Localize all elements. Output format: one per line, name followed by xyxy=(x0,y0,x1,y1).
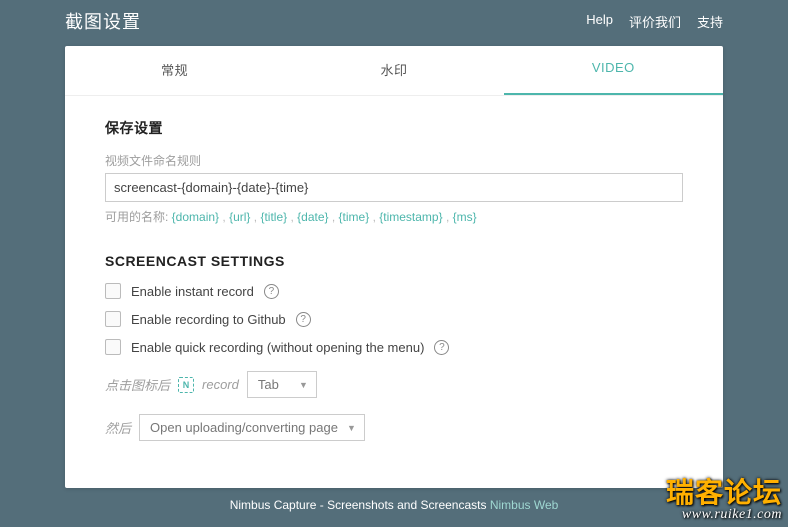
opt-quick-record-label: Enable quick recording (without opening … xyxy=(131,340,424,355)
token-url[interactable]: {url} xyxy=(229,210,250,224)
opt-record-github: Enable recording to Github xyxy=(105,311,683,327)
help-link[interactable]: Help xyxy=(586,12,613,31)
screencast-heading: SCREENCAST SETTINGS xyxy=(105,253,683,269)
token-title[interactable]: {title} xyxy=(260,210,287,224)
support-link[interactable]: 支持 xyxy=(697,12,723,31)
opt-instant-record-label: Enable instant record xyxy=(131,284,254,299)
record-target-select[interactable]: Tab xyxy=(247,371,317,398)
save-heading: 保存设置 xyxy=(105,118,683,138)
record-label: record xyxy=(202,377,239,392)
token-time[interactable]: {time} xyxy=(339,210,370,224)
settings-panel: 常规 水印 VIDEO 保存设置 视频文件命名规则 可用的名称: {domain… xyxy=(65,46,723,488)
filename-rule-input[interactable] xyxy=(105,173,683,202)
rate-link[interactable]: 评价我们 xyxy=(629,12,681,31)
opt-record-github-label: Enable recording to Github xyxy=(131,312,286,327)
token-domain[interactable]: {domain} xyxy=(172,210,219,224)
checkbox-record-github[interactable] xyxy=(105,311,121,327)
token-date[interactable]: {date} xyxy=(297,210,328,224)
tab-general[interactable]: 常规 xyxy=(65,46,284,95)
opt-quick-record: Enable quick recording (without opening … xyxy=(105,339,683,355)
then-prefix: 然后 xyxy=(105,418,131,437)
top-links: Help 评价我们 支持 xyxy=(586,12,723,31)
page-title: 截图设置 xyxy=(65,8,141,34)
tab-watermark[interactable]: 水印 xyxy=(284,46,503,95)
footer: Nimbus Capture - Screenshots and Screenc… xyxy=(0,498,788,512)
tab-video[interactable]: VIDEO xyxy=(504,46,723,95)
help-icon[interactable] xyxy=(264,284,279,299)
click-icon-row: 点击图标后 record Tab xyxy=(105,371,683,398)
filename-rule-label: 视频文件命名规则 xyxy=(105,152,683,169)
record-icon xyxy=(178,377,194,393)
token-timestamp[interactable]: {timestamp} xyxy=(379,210,442,224)
checkbox-quick-record[interactable] xyxy=(105,339,121,355)
help-icon[interactable] xyxy=(434,340,449,355)
click-icon-prefix: 点击图标后 xyxy=(105,375,170,394)
tab-content: 保存设置 视频文件命名规则 可用的名称: {domain} , {url} , … xyxy=(65,96,723,488)
checkbox-instant-record[interactable] xyxy=(105,283,121,299)
token-ms[interactable]: {ms} xyxy=(453,210,477,224)
footer-text: Nimbus Capture - Screenshots and Screenc… xyxy=(230,498,490,512)
available-tokens: 可用的名称: {domain} , {url} , {title} , {dat… xyxy=(105,208,683,225)
after-action-select[interactable]: Open uploading/converting page xyxy=(139,414,365,441)
available-tokens-prefix: 可用的名称: xyxy=(105,210,172,224)
then-row: 然后 Open uploading/converting page xyxy=(105,414,683,441)
footer-brand-link[interactable]: Nimbus Web xyxy=(490,498,558,512)
opt-instant-record: Enable instant record xyxy=(105,283,683,299)
tabs: 常规 水印 VIDEO xyxy=(65,46,723,96)
help-icon[interactable] xyxy=(296,312,311,327)
